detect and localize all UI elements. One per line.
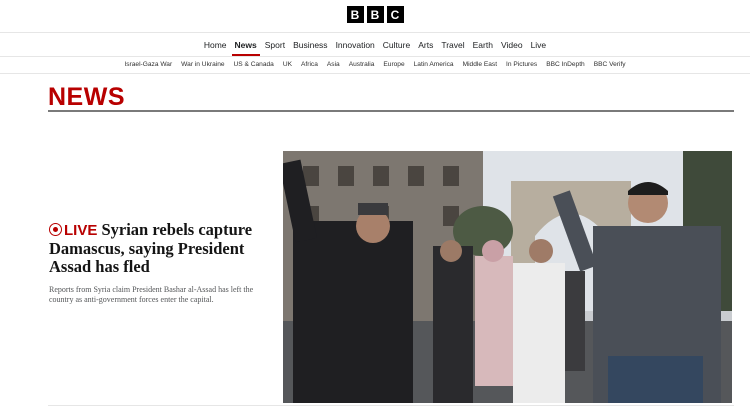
subnav-in-pictures[interactable]: In Pictures [506,57,537,73]
story-summary: Reports from Syria claim President Basha… [49,285,254,304]
subnav-latin-america[interactable]: Latin America [414,57,454,73]
bottom-divider [48,405,734,406]
primary-nav: Home News Sport Business Innovation Cult… [0,35,750,56]
subnav-israel-gaza-war[interactable]: Israel-Gaza War [124,57,172,73]
subnav-africa[interactable]: Africa [301,57,318,73]
live-icon [49,223,62,236]
live-badge: LIVE [64,222,98,239]
subnav-us-canada[interactable]: US & Canada [234,57,274,73]
story-headline[interactable]: LIVE Syrian rebels capture Damascus, say… [49,221,269,276]
subnav-europe[interactable]: Europe [383,57,404,73]
section-title[interactable]: NEWS [48,84,125,110]
subnav-divider [0,73,750,74]
subnav-uk[interactable]: UK [283,57,292,73]
nav-travel[interactable]: Travel [441,35,464,55]
logo-letter-b1: B [346,6,364,23]
subnav-middle-east[interactable]: Middle East [463,57,497,73]
nav-news[interactable]: News [231,35,260,56]
subnav-bbc-verify[interactable]: BBC Verify [594,57,626,73]
photo-illustration [283,151,732,403]
header-divider [0,32,750,33]
nav-sport[interactable]: Sport [265,35,285,55]
nav-arts[interactable]: Arts [418,35,433,55]
nav-live[interactable]: Live [531,35,547,55]
logo-letter-b2: B [366,6,384,23]
lead-story-image[interactable] [283,151,732,403]
nav-innovation[interactable]: Innovation [336,35,375,55]
masthead-rule [48,110,734,112]
subnav-australia[interactable]: Australia [349,57,375,73]
nav-home[interactable]: Home [204,35,227,55]
secondary-nav: Israel-Gaza War War in Ukraine US & Cana… [0,57,750,73]
subnav-war-in-ukraine[interactable]: War in Ukraine [181,57,224,73]
nav-culture[interactable]: Culture [383,35,410,55]
subnav-asia[interactable]: Asia [327,57,340,73]
logo-letter-c: C [386,6,404,23]
nav-business[interactable]: Business [293,35,328,55]
lead-story[interactable]: LIVE Syrian rebels capture Damascus, say… [49,221,269,305]
subnav-bbc-indepth[interactable]: BBC InDepth [546,57,584,73]
nav-earth[interactable]: Earth [473,35,493,55]
bbc-logo[interactable]: B B C [0,6,750,24]
nav-video[interactable]: Video [501,35,523,55]
